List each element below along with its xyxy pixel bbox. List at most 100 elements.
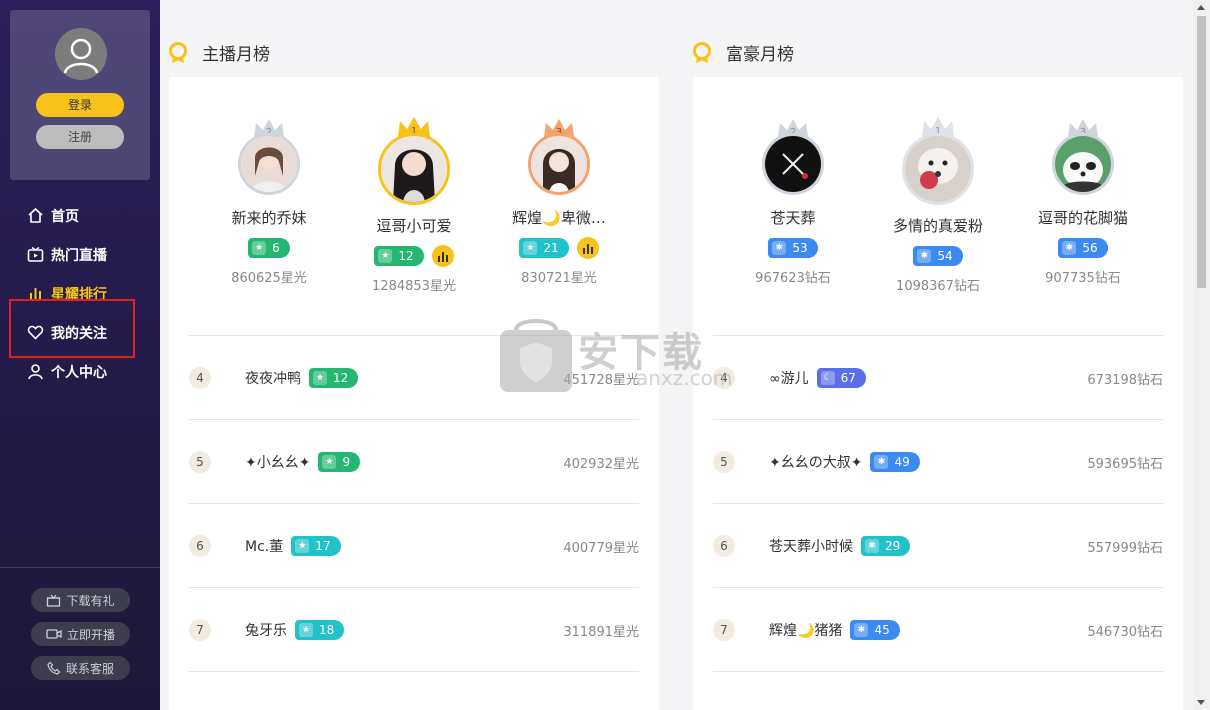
nav-item-home[interactable]: 首页 (0, 196, 160, 235)
podium-rank-3[interactable]: 3 逗哥的花脚猫 ✱ 56 907735钻石 (1013, 117, 1153, 286)
rank-number: 7 (713, 619, 735, 641)
star-icon: ★ (295, 539, 310, 553)
start-live-label: 立即开播 (66, 627, 115, 642)
podium-rank-2[interactable]: 2 苍天葬 ✱ 53 967623钻石 (723, 117, 863, 286)
scroll-down-icon[interactable] (1197, 700, 1205, 705)
phone-icon (47, 661, 61, 675)
podium-name: 新来的乔妹 (231, 209, 307, 227)
anchor-board-panel: 2 新来的乔妹 ★ 6 860625星光 1 逗哥小可爱 ★ 12 128485… (169, 77, 659, 710)
level-badge: ★ 9 (318, 452, 361, 472)
scrollbar-thumb[interactable] (1197, 16, 1206, 288)
row-score: 400779星光 (563, 540, 639, 556)
list-item[interactable]: 7 兔牙乐 ★ 18 311891星光 (189, 588, 639, 672)
level-badge: ☾ 67 (816, 368, 866, 388)
list-item[interactable]: 5 ✦幺幺の大叔✦ ✱ 49 593695钻石 (713, 420, 1163, 504)
level-value: 67 (840, 371, 856, 385)
default-avatar-icon (55, 28, 107, 80)
divider (713, 671, 1163, 672)
podium-name: 苍天葬 (770, 209, 816, 227)
list-item[interactable]: 5 ✦小幺幺✦ ★ 9 402932星光 (189, 420, 639, 504)
level-badge: ★ 12 (374, 246, 424, 266)
podium-name: 逗哥小可爱 (376, 217, 452, 235)
level-value: 45 (874, 623, 890, 637)
star-icon: ★ (378, 249, 393, 263)
level-value: 12 (333, 371, 349, 385)
row-score: 557999钻石 (1087, 540, 1163, 556)
level-badge: ✱ 49 (870, 452, 920, 472)
rank-number: 4 (189, 367, 211, 389)
gear-icon: ✱ (772, 241, 787, 255)
row-name: Mc.董 (245, 539, 284, 555)
podium-name: 辉煌🌙卑微… (512, 209, 606, 227)
live-bars-icon (431, 245, 454, 267)
scroll-up-icon[interactable] (1197, 5, 1205, 10)
row-score: 402932星光 (563, 456, 639, 472)
level-value: 54 (937, 249, 953, 263)
podium-score: 860625星光 (231, 271, 307, 286)
podium-rank-1[interactable]: 1 逗哥小可爱 ★ 12 1284853星光 (344, 117, 484, 294)
rich-board-panel: 2 苍天葬 ✱ 53 967623钻石 1 多情的真爱粉 ✱ 54 109836… (693, 77, 1183, 710)
download-gift-button[interactable]: 下载有礼 (31, 588, 130, 612)
avatar (528, 133, 590, 195)
level-value: 53 (792, 241, 808, 255)
divider (189, 671, 639, 672)
list-item[interactable]: 4 夜夜冲鸭 ★ 12 451728星光 (189, 336, 639, 420)
camera-icon (46, 628, 62, 640)
podium-rank-3[interactable]: 3 辉煌🌙卑微… ★ 21 830721星光 (489, 117, 629, 286)
list-item[interactable]: 4 ∞游儿 ☾ 67 673198钻石 (713, 336, 1163, 420)
start-live-button[interactable]: 立即开播 (31, 622, 130, 646)
level-badge: ★ 17 (291, 536, 341, 556)
rank-number: 7 (189, 619, 211, 641)
row-score: 311891星光 (563, 624, 639, 640)
star-icon: ★ (313, 371, 327, 385)
level-value: 49 (894, 455, 910, 469)
star-icon: ★ (523, 241, 538, 255)
main-nav: 首页 热门直播 星耀排行 我的关注 个人中心 (0, 196, 160, 391)
level-value: 29 (885, 539, 901, 553)
level-badge: ✱ 56 (1058, 238, 1108, 258)
avatar (1052, 133, 1114, 195)
star-icon: ★ (322, 455, 337, 469)
row-name: 苍天葬小时候 (769, 539, 853, 555)
download-gift-label: 下载有礼 (66, 593, 115, 608)
list-item[interactable]: 7 辉煌🌙猪猪 ✱ 45 546730钻石 (713, 588, 1163, 672)
vertical-scrollbar[interactable] (1193, 0, 1210, 710)
gear-icon: ✱ (854, 623, 869, 637)
gift-icon (46, 594, 61, 607)
list-item[interactable]: 6 Mc.董 ★ 17 400779星光 (189, 504, 639, 588)
row-name: 辉煌🌙猪猪 (769, 623, 843, 639)
rich-board-title-text: 富豪月榜 (726, 45, 794, 65)
medal-icon (693, 41, 711, 63)
contact-service-label: 联系客服 (65, 661, 114, 676)
podium-rank-1[interactable]: 1 多情的真爱粉 ✱ 54 1098367钻石 (868, 117, 1008, 294)
level-value: 21 (543, 241, 559, 255)
home-icon (26, 207, 44, 225)
highlight-annotation-box (9, 299, 135, 358)
anchor-top3: 2 新来的乔妹 ★ 6 860625星光 1 逗哥小可爱 ★ 12 128485… (169, 77, 659, 335)
podium-score: 967623钻石 (755, 271, 831, 286)
level-badge: ✱ 45 (850, 620, 900, 640)
row-name: ✦小幺幺✦ (245, 455, 311, 471)
podium-score: 1098367钻石 (896, 279, 980, 294)
podium-rank-2[interactable]: 2 新来的乔妹 ★ 6 860625星光 (199, 117, 339, 286)
rank-number: 5 (713, 451, 735, 473)
user-card: 登录 注册 (10, 10, 150, 180)
nav-label: 个人中心 (51, 364, 107, 381)
podium-name: 逗哥的花脚猫 (1037, 209, 1128, 227)
list-item[interactable]: 6 苍天葬小时候 ✱ 29 557999钻石 (713, 504, 1163, 588)
rich-board-title: 富豪月榜 (692, 40, 794, 65)
rank-number: 6 (713, 535, 735, 557)
rich-top3: 2 苍天葬 ✱ 53 967623钻石 1 多情的真爱粉 ✱ 54 109836… (693, 77, 1183, 335)
row-score: 451728星光 (563, 372, 639, 388)
nav-item-hot-live[interactable]: 热门直播 (0, 235, 160, 274)
level-value: 18 (319, 623, 335, 637)
contact-service-button[interactable]: 联系客服 (31, 656, 130, 680)
gear-icon: ✱ (1062, 241, 1077, 255)
moon-icon: ☾ (820, 371, 835, 385)
login-button[interactable]: 登录 (36, 93, 124, 117)
level-value: 6 (272, 241, 280, 255)
gear-icon: ✱ (917, 249, 932, 263)
register-button[interactable]: 注册 (36, 125, 124, 149)
tv-icon (26, 246, 44, 264)
level-badge: ✱ 54 (913, 246, 963, 266)
